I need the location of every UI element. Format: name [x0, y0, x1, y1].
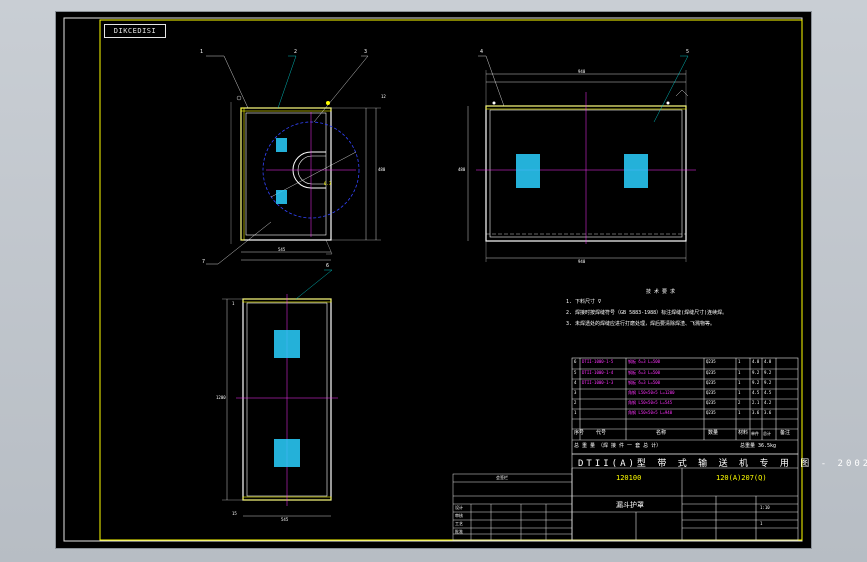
bom-name-5: 钢板 δ=3 L=500	[628, 370, 661, 375]
bom-qty-6: 1	[738, 359, 741, 364]
bom-header-mat: 材料	[738, 430, 749, 436]
bom-name-2: 角钢 L50×50×5 L=545	[628, 400, 673, 405]
note-1: 1. 下料尺寸 ∇	[566, 299, 602, 305]
bom-header-unit: 单件	[751, 431, 759, 436]
note-3: 3. 未焊透处的焊缝应进行打磨处理，焊后要清除焊渣、飞溅物等。	[566, 321, 716, 327]
balloon-7: 7	[202, 259, 206, 265]
bottom-view	[222, 269, 338, 517]
bom-header-name: 名称	[656, 430, 667, 436]
bom-name-1: 角钢 L50×50×5 L=940	[628, 410, 673, 415]
part-code: 120100	[616, 474, 642, 482]
approval-row-3: 工艺	[455, 521, 463, 526]
note-2: 2. 焊接时按焊缝符号（GB 5883-1988）标注焊缝(焊缝尺寸)连续焊。	[566, 310, 728, 316]
bom-summary-left: 总 重 量 （焊 接 件 一 套 总 计）	[574, 443, 662, 449]
bom-wt-6: 4.8	[752, 359, 760, 364]
bom-total-4: 9.2	[764, 380, 772, 385]
bom-qty-2: 2	[738, 400, 741, 405]
bom-wt-1: 3.6	[752, 410, 760, 415]
balloon-4: 4	[480, 49, 484, 55]
bom-qty-4: 1	[738, 380, 741, 385]
dim-bottom-height: 1200	[216, 395, 226, 400]
dim-front-height: 480	[378, 167, 386, 172]
balloon-3: 3	[364, 49, 368, 55]
roughness-label: 6.3	[324, 181, 332, 186]
bom-no-6: 6	[574, 359, 577, 364]
bom-code-6: DTII-1000-1-5	[582, 359, 614, 364]
bom-no-3: 3	[574, 390, 577, 395]
bom-total-2: 4.2	[764, 400, 772, 405]
dim-mark-12: 12	[381, 94, 386, 99]
drawing-number: 120(A)207(Q)	[716, 474, 767, 482]
sheet-number: 1	[760, 521, 763, 526]
bom-code-4: DTII-1000-1-3	[582, 380, 614, 385]
bom-qty-3: 1	[738, 390, 741, 395]
bom-header-no: 序号	[574, 430, 585, 436]
bom-mat-6: Q235	[706, 359, 716, 364]
approval-title: 会签栏	[496, 475, 508, 480]
bom-wt-2: 2.1	[752, 400, 760, 405]
notes-heading: 技 术 要 求	[646, 289, 676, 295]
scale: 1:10	[760, 505, 770, 510]
front-view	[206, 55, 381, 265]
bom-total-3: 4.5	[764, 390, 772, 395]
bom-no-2: 2	[574, 400, 577, 405]
bom-total-1: 3.6	[764, 410, 772, 415]
bom-mat-1: Q235	[706, 410, 716, 415]
approval-row-2: 审核	[455, 513, 463, 518]
dim-bottom-width: 545	[281, 517, 289, 522]
approval-row-1: 设计	[455, 505, 463, 510]
part-name: 漏斗护罩	[616, 501, 644, 509]
drawing-tab-label[interactable]: DIKCEDISI	[104, 24, 166, 38]
approval-block	[452, 473, 573, 541]
dim-side-top: 940	[578, 69, 586, 74]
bom-header-note: 备注	[780, 430, 791, 436]
bom-total-5: 9.2	[764, 370, 772, 375]
dim-mark-1: 1	[232, 301, 235, 306]
bom-qty-5: 1	[738, 370, 741, 375]
balloon-5: 5	[686, 49, 690, 55]
bom-no-5: 5	[574, 370, 577, 375]
bom-header-code: 代号	[596, 430, 607, 436]
bom-no-4: 4	[574, 380, 577, 385]
balloon-2: 2	[294, 49, 298, 55]
bom-name-6: 钢板 δ=3 L=500	[628, 359, 661, 364]
bom-header-qty: 数量	[708, 430, 719, 436]
bom-summary-right: 总重量 36.5kg	[740, 443, 777, 449]
bom-qty-1: 1	[738, 410, 741, 415]
dim-mark-15: 15	[232, 511, 237, 516]
approval-row-4: 批准	[455, 529, 463, 534]
bom-mat-2: Q235	[706, 400, 716, 405]
dim-side-width: 940	[578, 259, 586, 264]
bom-wt-5: 9.2	[752, 370, 760, 375]
bom-mat-4: Q235	[706, 380, 716, 385]
main-title: DTII(A)型 带 式 输 送 机 专 用 图 - 2002	[578, 459, 867, 469]
dim-side-height: 480	[458, 167, 466, 172]
bom-header-total: 总计	[763, 431, 771, 436]
dim-front-width: 545	[278, 247, 286, 252]
bom-mat-3: Q235	[706, 390, 716, 395]
side-view	[467, 55, 696, 262]
bom-mat-5: Q235	[706, 370, 716, 375]
bom-code-5: DTII-1000-1-4	[582, 370, 614, 375]
cad-viewport[interactable]: DIKCEDISI 1 2 3 4 5 6 7 545 480 940 940 …	[56, 12, 867, 548]
bom-name-3: 角钢 L50×50×5 L=1200	[628, 390, 675, 395]
bom-total-6: 4.8	[764, 359, 772, 364]
bom-name-4: 钢板 δ=3 L=500	[628, 380, 661, 385]
balloon-1: 1	[200, 49, 204, 55]
bom-no-1: 1	[574, 410, 577, 415]
bom-wt-3: 4.5	[752, 390, 760, 395]
balloon-6: 6	[326, 263, 330, 269]
bom-wt-4: 9.2	[752, 380, 760, 385]
